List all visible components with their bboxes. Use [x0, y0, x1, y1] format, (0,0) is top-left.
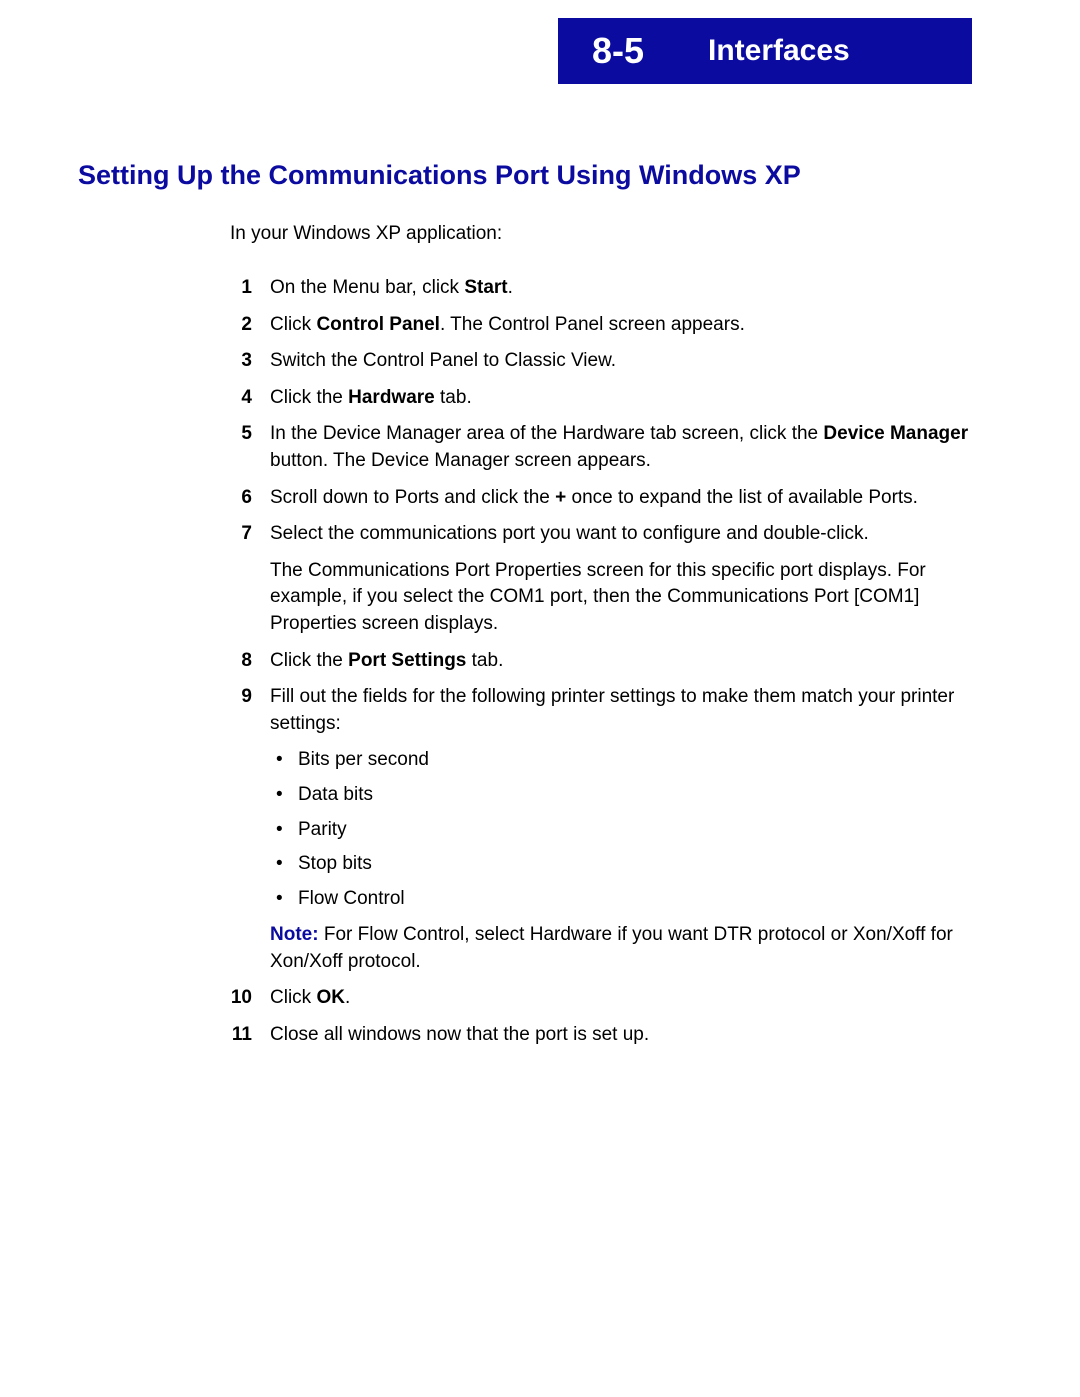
step-body: On the Menu bar, click Start.: [270, 275, 972, 302]
step-number: 7: [230, 521, 270, 637]
bold-text: Device Manager: [823, 423, 968, 444]
step-body: Scroll down to Ports and click the + onc…: [270, 485, 972, 512]
bold-text: OK: [316, 987, 345, 1008]
step-item: 5In the Device Manager area of the Hardw…: [230, 421, 972, 474]
step-paragraph: The Communications Port Properties scree…: [270, 558, 972, 638]
step-body: Click OK.: [270, 985, 972, 1012]
bullet-item: •Parity: [270, 817, 972, 844]
step-body: Select the communications port you want …: [270, 521, 972, 637]
bullet-dot-icon: •: [270, 747, 298, 774]
step-paragraph: Select the communications port you want …: [270, 521, 972, 548]
bullet-item: •Stop bits: [270, 851, 972, 878]
bold-text: Start: [464, 277, 507, 298]
bullet-dot-icon: •: [270, 886, 298, 913]
bullet-dot-icon: •: [270, 817, 298, 844]
note-label: Note:: [270, 924, 319, 945]
bold-text: Port Settings: [348, 650, 466, 671]
step-item: 9Fill out the fields for the following p…: [230, 684, 972, 975]
section-title: Setting Up the Communications Port Using…: [78, 160, 972, 191]
step-item: 7Select the communications port you want…: [230, 521, 972, 637]
bullet-text: Stop bits: [298, 851, 972, 878]
step-paragraph: Fill out the fields for the following pr…: [270, 684, 972, 737]
note: Note: For Flow Control, select Hardware …: [270, 922, 972, 975]
page-content: Setting Up the Communications Port Using…: [78, 160, 972, 1059]
step-paragraph: Switch the Control Panel to Classic View…: [270, 348, 972, 375]
chapter-title: Interfaces: [678, 18, 972, 84]
bullet-item: •Bits per second: [270, 747, 972, 774]
step-item: 11Close all windows now that the port is…: [230, 1022, 972, 1049]
step-item: 4Click the Hardware tab.: [230, 385, 972, 412]
step-body: Click the Hardware tab.: [270, 385, 972, 412]
bullet-text: Data bits: [298, 782, 972, 809]
step-paragraph: Close all windows now that the port is s…: [270, 1022, 972, 1049]
page-header: 8-5 Interfaces: [558, 18, 972, 84]
page-number: 8-5: [558, 18, 678, 84]
step-body: Switch the Control Panel to Classic View…: [270, 348, 972, 375]
step-paragraph: Click the Hardware tab.: [270, 385, 972, 412]
bullet-dot-icon: •: [270, 782, 298, 809]
step-number: 6: [230, 485, 270, 512]
bullet-dot-icon: •: [270, 851, 298, 878]
step-paragraph: Scroll down to Ports and click the + onc…: [270, 485, 972, 512]
step-number: 3: [230, 348, 270, 375]
step-paragraph: Click OK.: [270, 985, 972, 1012]
step-paragraph: In the Device Manager area of the Hardwa…: [270, 421, 972, 474]
step-number: 4: [230, 385, 270, 412]
step-item: 10Click OK.: [230, 985, 972, 1012]
step-number: 2: [230, 312, 270, 339]
step-body: Click Control Panel. The Control Panel s…: [270, 312, 972, 339]
bullet-text: Parity: [298, 817, 972, 844]
step-body: Click the Port Settings tab.: [270, 648, 972, 675]
step-number: 9: [230, 684, 270, 975]
step-paragraph: On the Menu bar, click Start.: [270, 275, 972, 302]
step-paragraph: Click the Port Settings tab.: [270, 648, 972, 675]
bullet-text: Flow Control: [298, 886, 972, 913]
bullet-text: Bits per second: [298, 747, 972, 774]
bold-text: Control Panel: [316, 314, 440, 335]
step-item: 6Scroll down to Ports and click the + on…: [230, 485, 972, 512]
step-body: Close all windows now that the port is s…: [270, 1022, 972, 1049]
step-body: In the Device Manager area of the Hardwa…: [270, 421, 972, 474]
step-number: 5: [230, 421, 270, 474]
step-item: 3Switch the Control Panel to Classic Vie…: [230, 348, 972, 375]
step-list: 1On the Menu bar, click Start.2Click Con…: [230, 275, 972, 1049]
step-number: 11: [230, 1022, 270, 1049]
step-item: 1On the Menu bar, click Start.: [230, 275, 972, 302]
bullet-item: •Flow Control: [270, 886, 972, 913]
step-item: 8Click the Port Settings tab.: [230, 648, 972, 675]
bold-text: +: [555, 487, 566, 508]
step-item: 2Click Control Panel. The Control Panel …: [230, 312, 972, 339]
step-number: 8: [230, 648, 270, 675]
bullet-item: •Data bits: [270, 782, 972, 809]
bold-text: Hardware: [348, 387, 435, 408]
step-number: 10: [230, 985, 270, 1012]
step-body: Fill out the fields for the following pr…: [270, 684, 972, 975]
step-number: 1: [230, 275, 270, 302]
bullet-list: •Bits per second•Data bits•Parity•Stop b…: [270, 747, 972, 912]
intro-text: In your Windows XP application:: [230, 223, 972, 245]
step-paragraph: Click Control Panel. The Control Panel s…: [270, 312, 972, 339]
